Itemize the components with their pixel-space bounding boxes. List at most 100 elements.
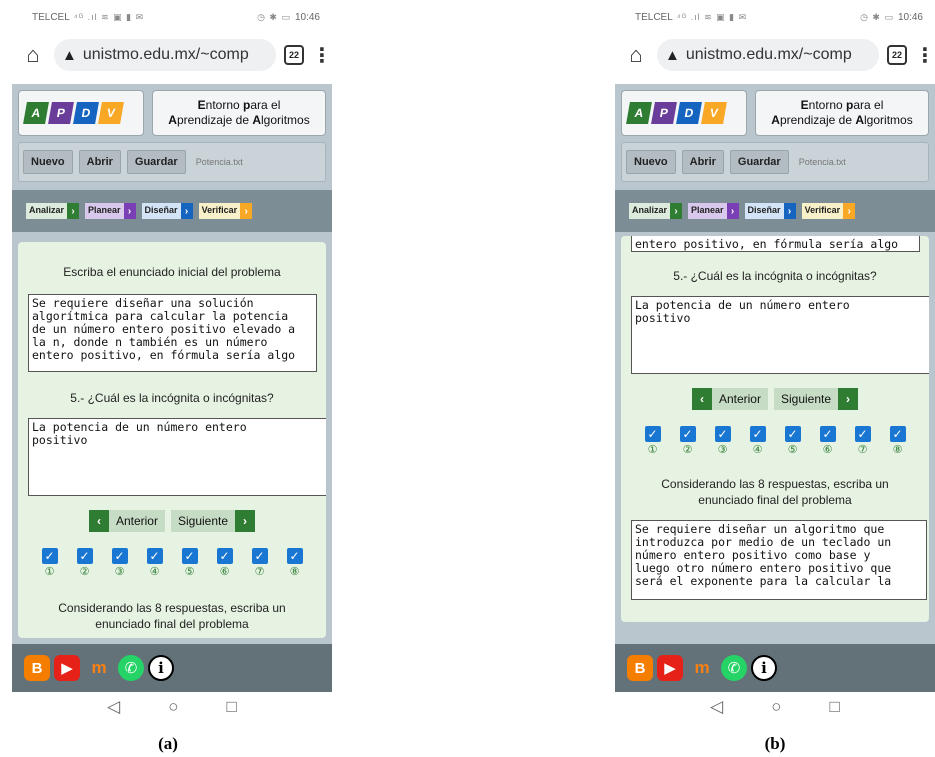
open-button[interactable]: Abrir — [681, 150, 724, 174]
step-planear[interactable]: Planear › — [688, 203, 739, 219]
footer-links: B ▶ m ✆ i — [12, 644, 332, 692]
youtube-icon[interactable]: ▶ — [54, 655, 80, 681]
checkbox-checked-icon: ✓ — [286, 548, 303, 564]
url-field[interactable]: ▲ unistmo.edu.mx/~comp — [657, 39, 879, 71]
save-button[interactable]: Guardar — [729, 150, 789, 174]
initial-statement-textarea-scrolled[interactable]: entero positivo, en fórmula sería algo — [631, 236, 920, 252]
chevron-right-icon: › — [670, 203, 683, 219]
step-analizar[interactable]: Analizar › — [26, 203, 80, 219]
home-circle-icon[interactable]: ○ — [771, 697, 781, 717]
question-check-3[interactable]: ✓ ③ — [111, 548, 129, 578]
final-statement-textarea[interactable]: Se requiere diseñar un algoritmo que int… — [631, 520, 927, 600]
question-check-7[interactable]: ✓ ⑦ — [854, 426, 872, 456]
question-check-6[interactable]: ✓ ⑥ — [216, 548, 234, 578]
apdv-logo: A P D V — [18, 90, 144, 136]
previous-button[interactable]: ‹ Anterior — [88, 510, 165, 532]
app-title: Entorno para el Aprendizaje de Algoritmo… — [152, 90, 326, 136]
back-icon[interactable]: ◁ — [107, 697, 120, 717]
status-icons-left: ⁴ᴳ .ıl ≋ ▣ ▮ ✉ — [676, 11, 748, 22]
question-check-2[interactable]: ✓ ② — [76, 548, 94, 578]
analysis-panel: entero positivo, en fórmula sería algo 5… — [621, 236, 929, 622]
whatsapp-icon[interactable]: ✆ — [721, 655, 747, 681]
question-check-3[interactable]: ✓ ③ — [714, 426, 732, 456]
checkbox-checked-icon: ✓ — [679, 426, 696, 442]
new-button[interactable]: Nuevo — [23, 150, 73, 174]
initial-statement-textarea[interactable]: Se requiere diseñar una solución algorít… — [28, 294, 317, 372]
pagination-row: ‹ Anterior Siguiente › — [18, 510, 326, 532]
app-title-line1: Entorno para el — [197, 98, 281, 112]
overflow-menu-icon[interactable]: ⋮ — [312, 43, 332, 68]
question-5-label: 5.- ¿Cuál es la incógnita o incógnitas? — [673, 269, 877, 283]
url-text: unistmo.edu.mx/~comp — [685, 46, 852, 63]
next-button[interactable]: Siguiente › — [170, 510, 256, 532]
url-field[interactable]: ▲ unistmo.edu.mx/~comp — [54, 39, 276, 71]
info-icon[interactable]: i — [751, 655, 777, 681]
whatsapp-icon[interactable]: ✆ — [118, 655, 144, 681]
app-title-line2: Aprendizaje de Algoritmos — [771, 113, 913, 127]
question-check-6[interactable]: ✓ ⑥ — [819, 426, 837, 456]
answer-textarea[interactable]: La potencia de un número entero positivo — [631, 296, 929, 374]
answer-textarea[interactable]: La potencia de un número entero positivo — [28, 418, 326, 496]
step-planear[interactable]: Planear › — [85, 203, 136, 219]
app-viewport: A P D V Entorno para el Aprendizaje de A… — [615, 84, 935, 692]
question-checklist: ✓ ① ✓ ② ✓ ③ ✓ ④ ✓ ⑤ ✓ ⑥ ✓ ⑦ ✓ ⑧ — [621, 426, 929, 456]
info-icon[interactable]: i — [148, 655, 174, 681]
step-analizar[interactable]: Analizar › — [629, 203, 683, 219]
step-disenar[interactable]: Diseñar › — [141, 203, 193, 219]
home-icon[interactable]: ⌂ — [623, 42, 649, 68]
save-button[interactable]: Guardar — [126, 150, 186, 174]
apdv-logo: A P D V — [621, 90, 747, 136]
back-icon[interactable]: ◁ — [710, 697, 723, 717]
logo-letter-a: A — [626, 102, 652, 124]
step-verificar[interactable]: Verificar › — [198, 203, 253, 219]
analysis-panel: Escriba el enunciado inicial del problem… — [18, 242, 326, 638]
question-check-7[interactable]: ✓ ⑦ — [251, 548, 269, 578]
chevron-right-icon: › — [67, 203, 80, 219]
open-button[interactable]: Abrir — [78, 150, 121, 174]
question-check-2[interactable]: ✓ ② — [679, 426, 697, 456]
previous-button[interactable]: ‹ Anterior — [691, 388, 768, 410]
clock: 10:46 — [294, 11, 320, 23]
checkbox-checked-icon: ✓ — [819, 426, 836, 442]
question-check-1[interactable]: ✓ ① — [41, 548, 59, 578]
logo-letter-v: V — [701, 102, 727, 124]
warning-icon[interactable]: ▲ — [62, 47, 77, 64]
chevron-right-icon: › — [235, 510, 256, 532]
question-check-5[interactable]: ✓ ⑤ — [181, 548, 199, 578]
phone-screenshot-a: TELCEL ⁴ᴳ .ıl ≋ ▣ ▮ ✉ ◷ ✱ ▭ 10:46 ⌂ ▲ un… — [12, 0, 332, 757]
new-button[interactable]: Nuevo — [626, 150, 676, 174]
question-check-8[interactable]: ✓ ⑧ — [286, 548, 304, 578]
step-verificar[interactable]: Verificar › — [801, 203, 856, 219]
youtube-icon[interactable]: ▶ — [657, 655, 683, 681]
question-check-1[interactable]: ✓ ① — [644, 426, 662, 456]
moodle-icon[interactable]: m — [687, 655, 717, 681]
checkbox-checked-icon: ✓ — [889, 426, 906, 442]
home-icon[interactable]: ⌂ — [20, 42, 46, 68]
carrier-label: TELCEL — [32, 11, 70, 23]
status-icons-right: ◷ ✱ ▭ — [860, 11, 894, 22]
question-check-4[interactable]: ✓ ④ — [749, 426, 767, 456]
logo-letter-v: V — [98, 102, 124, 124]
home-circle-icon[interactable]: ○ — [168, 697, 178, 717]
question-check-8[interactable]: ✓ ⑧ — [889, 426, 907, 456]
question-check-5[interactable]: ✓ ⑤ — [784, 426, 802, 456]
step-disenar[interactable]: Diseñar › — [744, 203, 796, 219]
next-button[interactable]: Siguiente › — [773, 388, 859, 410]
question-check-4[interactable]: ✓ ④ — [146, 548, 164, 578]
blogger-icon[interactable]: B — [24, 655, 50, 681]
overflow-menu-icon[interactable]: ⋮ — [915, 43, 935, 68]
tabs-count-icon[interactable]: 22 — [887, 45, 907, 65]
logo-letter-p: P — [651, 102, 677, 124]
moodle-icon[interactable]: m — [84, 655, 114, 681]
file-toolbar: Nuevo Abrir Guardar Potencia.txt — [18, 142, 326, 182]
recent-apps-icon[interactable]: □ — [830, 697, 840, 717]
checkbox-checked-icon: ✓ — [251, 548, 268, 564]
clock: 10:46 — [897, 11, 923, 23]
blogger-icon[interactable]: B — [627, 655, 653, 681]
recent-apps-icon[interactable]: □ — [227, 697, 237, 717]
question-5-label: 5.- ¿Cuál es la incógnita o incógnitas? — [70, 391, 274, 405]
app-header: A P D V Entorno para el Aprendizaje de A… — [615, 84, 935, 142]
tabs-count-icon[interactable]: 22 — [284, 45, 304, 65]
warning-icon[interactable]: ▲ — [665, 47, 680, 64]
checkbox-checked-icon: ✓ — [854, 426, 871, 442]
